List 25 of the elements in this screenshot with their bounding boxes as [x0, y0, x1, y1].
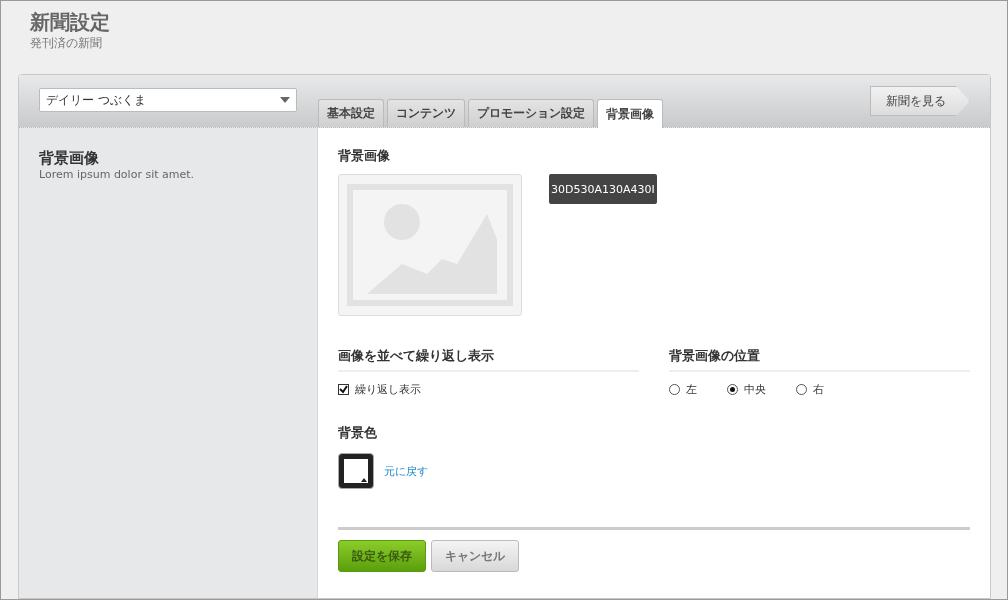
repeat-checkbox[interactable]: 繰り返し表示 — [338, 382, 421, 397]
sidebar-title: 背景画像 — [39, 148, 100, 168]
color-swatch[interactable] — [338, 453, 374, 489]
page-title: 新聞設定 — [30, 9, 111, 35]
position-radio[interactable]: 中央 — [727, 382, 766, 397]
section-heading: 背景色 — [338, 424, 378, 442]
reset-link[interactable]: 元に戻す — [384, 463, 428, 479]
tab[interactable]: 背景画像 — [597, 99, 663, 128]
view-newspaper-button[interactable]: 新聞を見る — [870, 86, 970, 116]
section-heading: 画像を並べて繰り返し表示 — [338, 347, 495, 365]
newspaper-select[interactable]: デイリー つぶくま — [39, 88, 297, 112]
position-radio[interactable]: 左 — [669, 382, 697, 397]
tab[interactable]: プロモーション設定 — [468, 99, 594, 127]
caret-icon — [361, 478, 367, 482]
sidebar-description: Lorem ipsum dolor sit amet. — [39, 168, 196, 181]
tab[interactable]: コンテンツ — [387, 99, 465, 127]
section-heading: 背景画像 — [338, 147, 391, 165]
section-heading: 背景画像の位置 — [669, 347, 761, 365]
check-icon — [339, 385, 348, 394]
tab[interactable]: 基本設定 — [318, 99, 384, 127]
cancel-button[interactable]: キャンセル — [431, 540, 519, 572]
caret-icon — [280, 97, 290, 103]
page-subtitle: 発刊済の新聞 — [30, 35, 103, 51]
position-radio[interactable]: 右 — [796, 382, 824, 397]
tooltip: 30D530A130A430I — [549, 174, 657, 204]
